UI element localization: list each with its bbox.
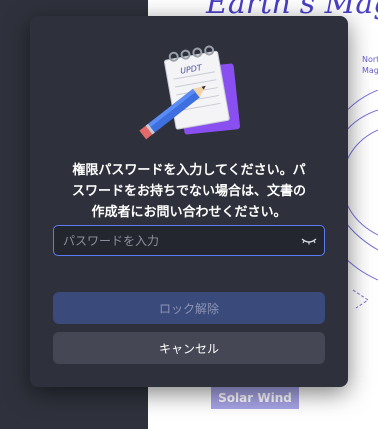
unlock-button[interactable]: ロック解除 bbox=[53, 292, 325, 324]
notepad-pencil-icon: UPDT bbox=[139, 45, 240, 140]
password-field[interactable] bbox=[53, 225, 325, 256]
password-dialog: UPDT 権限パスワードを入力してください。パ スワードをお持ちでない場合は、文… bbox=[30, 16, 348, 387]
message-line: 権限パスワードを入力してください。パ bbox=[72, 163, 306, 178]
document-side-label: Mag bbox=[362, 66, 378, 75]
solar-wind-label: Solar Wind bbox=[211, 387, 299, 409]
eye-closed-icon[interactable] bbox=[301, 234, 317, 248]
password-input[interactable] bbox=[63, 226, 293, 255]
message-line: スワードをお持ちでない場合は、文書の bbox=[71, 184, 306, 199]
document-side-label: Nort bbox=[362, 55, 378, 64]
cancel-button[interactable]: キャンセル bbox=[53, 332, 325, 364]
message-line: 作成者にお問い合わせください。 bbox=[91, 205, 287, 220]
password-prompt-message: 権限パスワードを入力してください。パ スワードをお持ちでない場合は、文書の 作成… bbox=[48, 160, 330, 223]
